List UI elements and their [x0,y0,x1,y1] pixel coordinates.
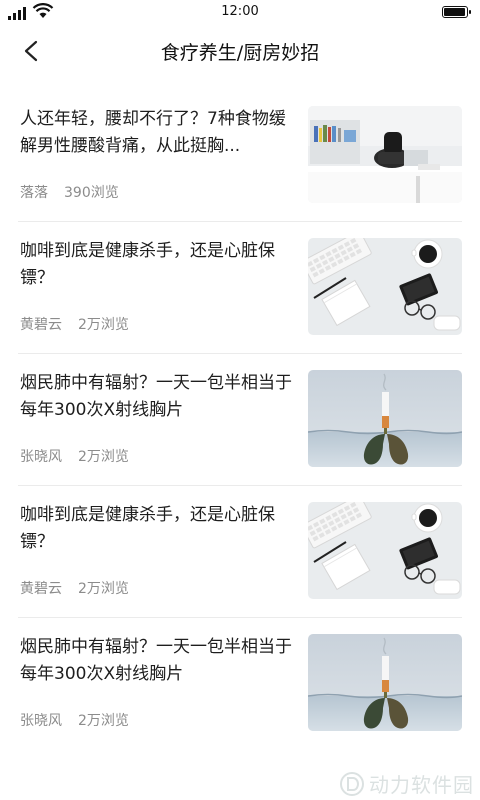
article-views: 2万浏览 [78,713,129,729]
article-views: 2万浏览 [78,317,129,333]
article-thumbnail-office-desk [308,106,462,203]
article-item[interactable]: 烟民肺中有辐射？一天一包半相当于每年300次X射线胸片 张晓风 2万浏览 [18,618,462,750]
article-title: 烟民肺中有辐射？一天一包半相当于每年300次X射线胸片 [20,637,292,684]
article-meta: 张晓风 2万浏览 [20,710,129,730]
status-bar: 12:00 [0,0,480,24]
article-author: 张晓风 [20,449,62,465]
article-author: 黄碧云 [20,581,62,597]
article-item[interactable]: 咖啡到底是健康杀手，还是心脏保镖？ 黄碧云 2万浏览 [18,222,462,354]
article-title: 咖啡到底是健康杀手，还是心脏保镖？ [20,241,275,288]
article-meta: 张晓风 2万浏览 [20,446,129,466]
watermark-text: 动力软件园 [369,773,474,797]
article-thumbnail-cigarette-lungs [308,370,462,467]
article-title: 烟民肺中有辐射？一天一包半相当于每年300次X射线胸片 [20,373,292,420]
article-meta: 落落 390浏览 [20,182,119,202]
article-views: 2万浏览 [78,581,129,597]
article-author: 黄碧云 [20,317,62,333]
page-title: 食疗养生/厨房妙招 [160,42,320,64]
article-meta: 黄碧云 2万浏览 [20,578,129,598]
watermark-logo-icon [340,771,364,796]
article-thumbnail-cigarette-lungs [308,634,462,731]
article-item[interactable]: 人还年轻，腰却不行了？7种食物缓解男性腰酸背痛，从此挺胸... 落落 390浏览 [18,90,462,222]
nav-bar: 食疗养生/厨房妙招 [0,28,480,74]
article-author: 落落 [20,185,48,201]
article-list: 人还年轻，腰却不行了？7种食物缓解男性腰酸背痛，从此挺胸... 落落 390浏览 [0,90,480,750]
watermark: 动力软件园 [339,769,474,798]
article-item[interactable]: 咖啡到底是健康杀手，还是心脏保镖？ 黄碧云 2万浏览 [18,486,462,618]
article-views: 390浏览 [64,185,119,201]
status-time: 12:00 [221,4,259,19]
article-thumbnail-coffee-desk [308,502,462,599]
article-title: 咖啡到底是健康杀手，还是心脏保镖？ [20,505,275,552]
article-views: 2万浏览 [78,449,129,465]
article-title: 人还年轻，腰却不行了？7种食物缓解男性腰酸背痛，从此挺胸... [20,109,286,156]
article-thumbnail-coffee-desk [308,238,462,335]
article-author: 张晓风 [20,713,62,729]
article-item[interactable]: 烟民肺中有辐射？一天一包半相当于每年300次X射线胸片 张晓风 2万浏览 [18,354,462,486]
battery-icon [442,6,471,18]
article-meta: 黄碧云 2万浏览 [20,314,129,334]
